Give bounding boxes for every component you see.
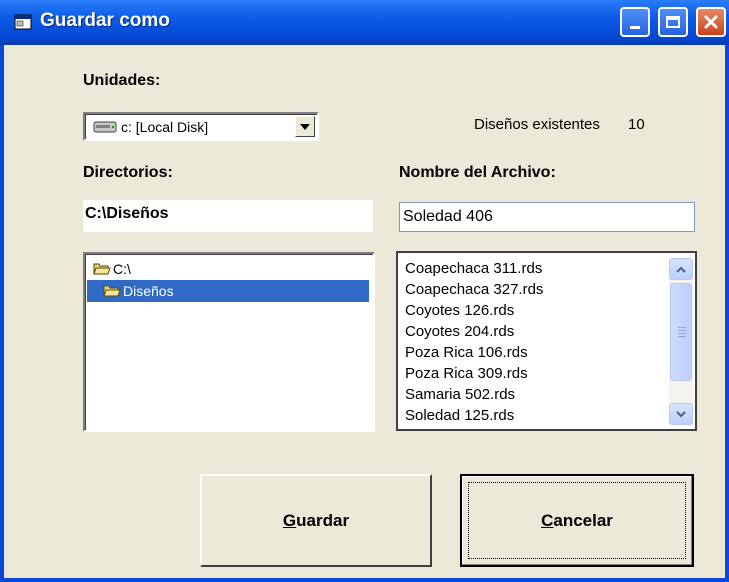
drive-letter: c: [121,119,132,135]
close-button[interactable] [696,7,726,37]
open-folder-icon [103,285,121,297]
minimize-button[interactable] [620,7,650,37]
scroll-down-button[interactable] [669,403,693,425]
drive-dropdown-button[interactable] [295,116,315,137]
minimize-icon [630,25,640,29]
directory-list[interactable]: C:\ Diseños [83,252,375,432]
app-icon [14,14,32,30]
file-list-scrollbar[interactable] [669,258,693,425]
directory-item-label: Diseños [123,283,174,299]
file-item[interactable]: Coyotes 126.rds [405,300,514,321]
open-folder-icon [93,263,111,275]
save-as-dialog: Guardar como Unidades: c: [Local Disk] D… [0,0,729,582]
file-list[interactable]: Coapechaca 311.rds Coapechaca 327.rds Co… [396,251,697,431]
close-icon [704,15,718,29]
drives-label: Unidades: [83,72,161,89]
directory-item[interactable]: C:\ [87,258,131,280]
file-item[interactable]: Coapechaca 311.rds [405,258,542,279]
save-button-label: uardar [296,510,350,530]
chevron-down-icon [300,123,310,130]
file-item[interactable]: Coapechaca 327.rds [405,279,543,300]
chevron-up-icon [676,266,686,273]
scroll-up-button[interactable] [669,258,693,280]
filename-label: Nombre del Archivo: [399,164,556,181]
save-button[interactable]: Guardar [200,474,432,567]
file-item[interactable]: Coyotes 204.rds [405,321,514,342]
drive-select[interactable]: c: [Local Disk] [83,112,319,141]
existing-designs-label: Diseños existentes [474,116,600,133]
directory-item-selected[interactable]: Diseños [87,280,369,302]
existing-designs-count: 10 [628,116,645,133]
directory-item-label: C:\ [113,261,131,277]
hard-drive-icon [93,121,117,133]
chevron-down-icon [676,410,686,417]
current-directory-path: C:\Diseños [85,205,169,222]
maximize-icon [666,16,680,28]
save-button-mnemonic: G [282,510,297,530]
file-item[interactable]: Poza Rica 106.rds [405,342,528,363]
title-bar[interactable]: Guardar como [0,0,729,45]
drive-name: [Local Disk] [135,119,209,135]
directories-label: Directorios: [83,164,173,181]
filename-value: Soledad 406 [403,208,493,225]
maximize-button[interactable] [658,7,688,37]
window-title: Guardar como [40,10,170,31]
file-item[interactable]: Soledad 125.rds [405,405,514,426]
focus-rectangle [468,482,686,559]
file-item[interactable]: Samaria 502.rds [405,384,515,405]
filename-input[interactable]: Soledad 406 [399,202,695,232]
current-directory: C:\Diseños [83,200,373,232]
scroll-thumb[interactable] [670,283,692,381]
cancel-button[interactable]: Cancelar [460,474,694,567]
file-item[interactable]: Poza Rica 309.rds [405,363,528,384]
